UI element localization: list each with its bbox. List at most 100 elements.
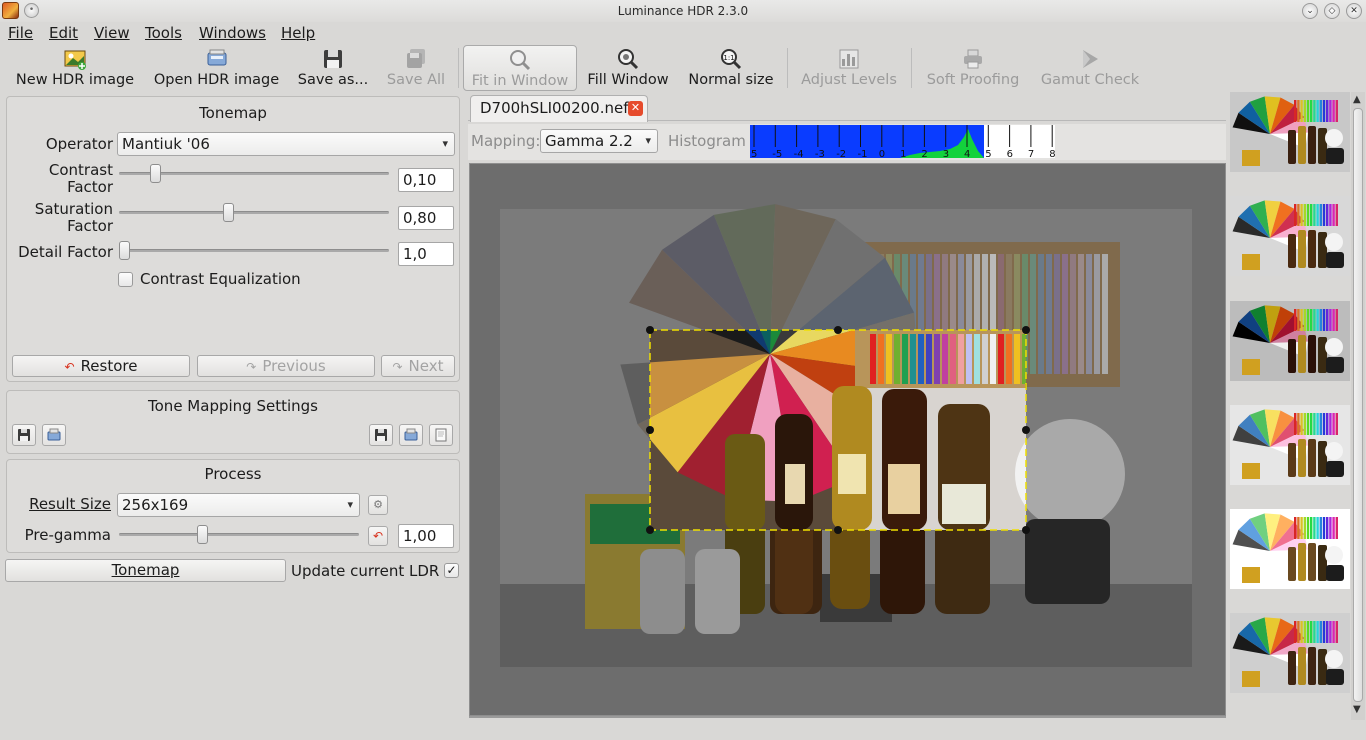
pre-gamma-slider-handle[interactable]: [196, 525, 208, 544]
normal-size-button[interactable]: 1:1 Normal size: [685, 45, 777, 91]
menu-help[interactable]: Help: [281, 24, 315, 42]
mapping-select[interactable]: Gamma 2.2 ▾: [540, 129, 658, 153]
contrast-input[interactable]: 0,10: [398, 168, 454, 192]
pre-gamma-input[interactable]: 1,00: [398, 524, 454, 548]
maximize-icon[interactable]: ◇: [1324, 3, 1340, 19]
menu-windows[interactable]: Windows: [199, 24, 266, 42]
menu-file[interactable]: File: [8, 24, 33, 42]
menu-edit[interactable]: Edit: [49, 24, 78, 42]
thumbnail[interactable]: [1230, 92, 1350, 172]
restore-button[interactable]: ↶ Restore: [12, 355, 190, 377]
detail-input[interactable]: 1,0: [398, 242, 454, 266]
histogram[interactable]: 5 -5 -4 -3 -2 -1 0 1 2 3 4 5 6 7 8: [750, 125, 1056, 160]
reset-icon: ↶: [372, 529, 384, 543]
tonemap-button[interactable]: Tonemap: [5, 559, 286, 582]
open-hdr-button[interactable]: Open HDR image: [150, 45, 283, 91]
thumbnail[interactable]: [1230, 613, 1350, 693]
pre-gamma-slider-track[interactable]: [119, 533, 359, 536]
histogram-tick-label: 5: [751, 149, 757, 158]
copy-icon: [435, 428, 447, 442]
tonemap-panel: Tonemap Operator Mantiuk '06 ▾ Contrast F…: [6, 96, 460, 382]
save-as-label: Save as...: [297, 72, 369, 88]
pin-icon[interactable]: •: [24, 3, 39, 18]
close-window-icon[interactable]: ✕: [1346, 3, 1362, 19]
thumbnail[interactable]: [1230, 405, 1350, 485]
image-viewer[interactable]: [469, 163, 1226, 716]
zoom-normal-icon: 1:1: [721, 49, 742, 70]
histogram-tick-label: -3: [815, 149, 825, 158]
thumbnail[interactable]: [1230, 196, 1350, 276]
thumbnail-image: [1230, 92, 1350, 172]
thumbnail-scrollbar[interactable]: ▲ ▼: [1351, 92, 1365, 720]
histogram-tick-label: 1: [900, 149, 906, 158]
info-button[interactable]: ⚙: [368, 495, 388, 515]
printer-icon: [964, 49, 982, 69]
tonemap-title: Tonemap: [199, 104, 267, 122]
adjust-levels-button[interactable]: Adjust Levels: [797, 45, 901, 91]
app-icon[interactable]: [2, 2, 19, 19]
hdr-image: [500, 204, 1192, 667]
menu-view[interactable]: View: [94, 24, 130, 42]
mapping-label: Mapping:: [471, 132, 541, 150]
histogram-graphic: 5 -5 -4 -3 -2 -1 0 1 2 3 4 5 6 7 8: [750, 125, 1056, 160]
save-all-button[interactable]: Save All: [383, 45, 449, 91]
fill-window-label: Fill Window: [587, 72, 669, 88]
save-icon: [18, 429, 30, 441]
detail-factor-label: Detail Factor: [18, 243, 113, 261]
saturation-slider-track[interactable]: [119, 211, 389, 214]
load-settings-button[interactable]: [42, 424, 66, 446]
saturation-slider-handle[interactable]: [222, 203, 234, 222]
copy-settings-button[interactable]: [429, 424, 453, 446]
next-button[interactable]: ↷ Next: [381, 355, 455, 377]
fill-window-button[interactable]: Fill Window: [584, 45, 672, 91]
new-hdr-button[interactable]: New HDR image: [12, 45, 138, 91]
contrast-factor-label: Contrast Factor: [48, 161, 113, 196]
previous-icon: ↷: [246, 360, 257, 374]
scroll-down-icon[interactable]: ▼: [1353, 704, 1361, 715]
fit-in-window-button[interactable]: Fit in Window: [463, 45, 577, 91]
main-toolbar: New HDR image Open HDR image Save as... …: [0, 44, 1366, 92]
document-tab[interactable]: D700hSLI00200.nef ✕: [470, 95, 648, 122]
zoom-fill-icon: [618, 49, 639, 70]
new-hdr-label: New HDR image: [15, 72, 135, 88]
menu-tools[interactable]: Tools: [145, 24, 182, 42]
histogram-tick-label: 0: [879, 149, 885, 158]
title-bar: • Luminance HDR 2.3.0 ⌄ ◇ ✕: [0, 0, 1366, 22]
scroll-up-icon[interactable]: ▲: [1353, 94, 1361, 105]
next-icon: ↷: [392, 360, 403, 374]
contrast-slider-handle[interactable]: [150, 164, 162, 183]
thumbnail-image: [1230, 613, 1350, 693]
toolbar-separator: [787, 48, 788, 88]
previous-button[interactable]: ↷ Previous: [197, 355, 375, 377]
thumbnail[interactable]: [1230, 509, 1350, 589]
update-ldr-checkbox[interactable]: ✓: [444, 563, 459, 578]
detail-slider-handle[interactable]: [119, 241, 130, 260]
close-icon[interactable]: ✕: [628, 101, 643, 116]
minimize-icon[interactable]: ⌄: [1302, 3, 1318, 19]
open-icon: [47, 428, 61, 441]
saturation-input[interactable]: 0,80: [398, 206, 454, 230]
contrast-equalization-checkbox[interactable]: [118, 272, 133, 287]
mapping-toolbar: Mapping: Gamma 2.2 ▾ Histogram 5 -5 -4 -3 -2…: [468, 124, 1226, 160]
thumbnail[interactable]: [1230, 301, 1350, 381]
adjust-levels-label: Adjust Levels: [801, 72, 897, 88]
chevron-down-icon: ▾: [442, 137, 448, 150]
window-title: Luminance HDR 2.3.0: [617, 4, 749, 18]
image-canvas[interactable]: [470, 164, 1225, 715]
thumbnail-image: [1230, 196, 1350, 276]
thumbnail-image: [1230, 301, 1350, 381]
save-settings-button[interactable]: [12, 424, 36, 446]
detail-slider-track[interactable]: [119, 249, 389, 252]
restore-icon: ↶: [64, 360, 75, 374]
save-preset-button[interactable]: [369, 424, 393, 446]
load-preset-button[interactable]: [399, 424, 423, 446]
reset-pregamma-button[interactable]: ↶: [368, 526, 388, 546]
result-size-select[interactable]: 256x169 ▾: [117, 493, 360, 517]
operator-select[interactable]: Mantiuk '06 ▾: [117, 132, 455, 156]
histogram-tick-label: 2: [921, 149, 927, 158]
soft-proofing-button[interactable]: Soft Proofing: [920, 45, 1026, 91]
save-as-button[interactable]: Save as...: [293, 45, 373, 91]
document-tab-label: D700hSLI00200.nef: [480, 99, 629, 117]
gamut-check-button[interactable]: Gamut Check: [1036, 45, 1144, 91]
scrollbar-thumb[interactable]: [1353, 108, 1363, 702]
